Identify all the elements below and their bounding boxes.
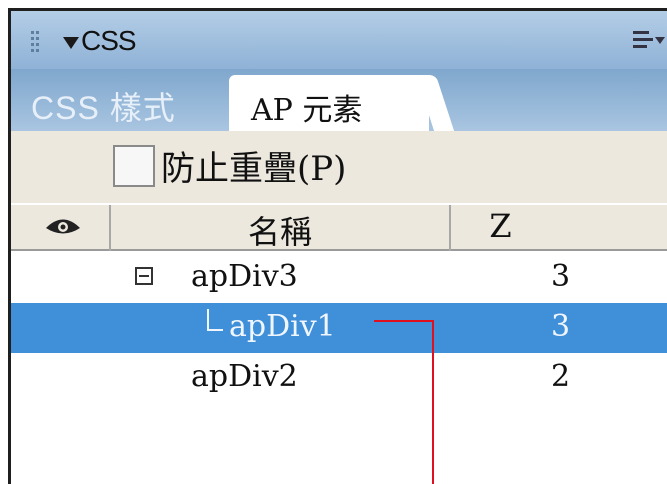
panel-title: CSS <box>81 25 137 56</box>
panel-titlebar[interactable]: CSS <box>11 11 667 69</box>
collapse-triangle-icon[interactable] <box>63 37 79 49</box>
options-bar: 防止重疊(P) <box>11 131 667 203</box>
eye-icon <box>46 219 80 234</box>
prevent-overlap-label[interactable]: 防止重疊(P) <box>161 141 346 190</box>
tab-strip: CSS 樣式 AP 元素 <box>11 69 667 131</box>
drag-grip-icon[interactable] <box>31 31 39 55</box>
column-z-label: Z <box>489 207 512 245</box>
column-z[interactable]: Z <box>451 205 667 251</box>
row-z: 3 <box>551 309 571 344</box>
tree-branch-icon <box>207 309 223 331</box>
ap-elements-panel: CSS CSS 樣式 AP 元素 防止重疊(P) 名稱 Z apDiv3 3 a… <box>8 8 667 484</box>
row-z: 3 <box>551 259 571 294</box>
row-z: 2 <box>551 359 571 394</box>
ap-element-list: apDiv3 3 apDiv1 3 apDiv2 2 <box>11 251 667 484</box>
table-row[interactable]: apDiv3 3 <box>11 253 667 303</box>
row-name: apDiv1 <box>229 309 336 344</box>
table-header: 名稱 Z <box>11 203 667 251</box>
column-visibility[interactable] <box>11 205 111 251</box>
collapse-tree-icon[interactable] <box>135 267 153 285</box>
prevent-overlap-checkbox[interactable] <box>113 145 155 187</box>
table-row[interactable]: apDiv2 2 <box>11 353 667 403</box>
tab-ap-elements[interactable]: AP 元素 <box>229 75 429 131</box>
panel-options-menu-icon[interactable] <box>633 29 665 53</box>
row-name: apDiv2 <box>191 359 298 394</box>
row-name: apDiv3 <box>191 259 298 294</box>
tab-css-styles[interactable]: CSS 樣式 <box>31 83 176 129</box>
tab-ap-elements-label: AP 元素 <box>251 93 363 128</box>
callout-line <box>374 320 434 322</box>
table-row-selected[interactable]: apDiv1 3 <box>11 303 667 353</box>
callout-line-vertical <box>432 320 434 484</box>
